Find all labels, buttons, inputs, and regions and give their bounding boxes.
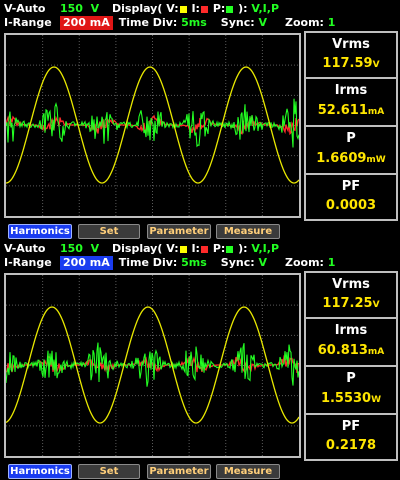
measurement-value: 1.6609mW bbox=[316, 151, 386, 166]
i-range-label: I-Range bbox=[4, 16, 52, 29]
measure-button[interactable]: Measure bbox=[216, 464, 280, 479]
time-div-value[interactable]: 5ms bbox=[181, 16, 207, 30]
display-value: V,I,P bbox=[251, 242, 280, 255]
voltage-range: 150 V bbox=[60, 2, 112, 16]
zoom-label: Zoom: bbox=[285, 256, 324, 269]
measurement-label: Irms bbox=[334, 83, 368, 98]
time-div-label: Time Div: bbox=[118, 16, 178, 29]
v-auto-label: V-Auto bbox=[4, 242, 46, 255]
waveform-display bbox=[4, 33, 301, 218]
header-line-2: I-Range 200 mA Time Div: 5ms Sync: V Zoom: 1 bbox=[4, 256, 335, 270]
display-i-label: I: bbox=[191, 242, 200, 255]
display-p-label: P: bbox=[212, 242, 226, 255]
waveform-plot bbox=[6, 35, 299, 216]
display-value: V,I,P bbox=[251, 2, 280, 15]
measurement-label: PF bbox=[341, 419, 361, 434]
set-button[interactable]: Set bbox=[78, 224, 140, 239]
display-i-label: I: bbox=[191, 2, 200, 15]
measure-button[interactable]: Measure bbox=[216, 224, 280, 239]
scope-panel-2: V-Auto 150 V Display( V: I: P: ): V,I,P I-… bbox=[0, 240, 400, 480]
zoom-label: Zoom: bbox=[285, 16, 324, 29]
header-line-1: V-Auto 150 V Display( V: I: P: ): V,I,P bbox=[4, 2, 279, 16]
display-label: Display( V: bbox=[112, 2, 179, 15]
header-line-2: I-Range 200 mA Time Div: 5ms Sync: V Zoom: 1 bbox=[4, 16, 335, 30]
measurement-panel: Vrms 117.59V Irms 52.611mA P 1.6609mW PF 0.0… bbox=[304, 31, 398, 221]
v-auto-label: V-Auto bbox=[4, 2, 46, 15]
display-close: ): bbox=[238, 242, 248, 255]
time-div-label: Time Div: bbox=[118, 256, 178, 269]
i-range-value[interactable]: 200 mA bbox=[60, 16, 113, 30]
current-color-square bbox=[200, 245, 208, 253]
waveform-plot bbox=[6, 275, 299, 456]
sync-value[interactable]: V bbox=[258, 256, 267, 270]
measurement-value: 1.5530W bbox=[320, 391, 382, 406]
harmonics-button[interactable]: Harmonics bbox=[8, 224, 72, 239]
measurement-value: 0.2178 bbox=[325, 438, 377, 453]
display-close: ): bbox=[238, 2, 248, 15]
softkey-bar: Harmonics Set Parameter Measure bbox=[0, 222, 400, 240]
sync-label: Sync: bbox=[220, 16, 255, 29]
set-button[interactable]: Set bbox=[78, 464, 140, 479]
i-range-value[interactable]: 200 mA bbox=[60, 256, 113, 270]
sync-value[interactable]: V bbox=[258, 16, 267, 30]
power-color-square bbox=[226, 245, 234, 253]
display-label: Display( V: bbox=[112, 242, 179, 255]
zoom-value[interactable]: 1 bbox=[328, 16, 336, 30]
measurement-label: P bbox=[346, 371, 356, 386]
measurement-value: 52.611mA bbox=[317, 103, 385, 118]
time-div-value[interactable]: 5ms bbox=[181, 256, 207, 270]
measurement-panel: Vrms 117.25V Irms 60.813mA P 1.5530W PF 0.21… bbox=[304, 271, 398, 461]
measurement-label: Irms bbox=[334, 323, 368, 338]
parameter-button[interactable]: Parameter bbox=[147, 224, 211, 239]
voltage-range-unit: V bbox=[90, 242, 100, 255]
measurement-value: 117.25V bbox=[322, 296, 380, 311]
i-range-label: I-Range bbox=[4, 256, 52, 269]
power-color-square bbox=[226, 5, 234, 13]
voltage-range-value: 150 bbox=[60, 242, 83, 255]
sync-label: Sync: bbox=[220, 256, 255, 269]
voltage-color-square bbox=[179, 245, 187, 253]
measurement-value: 60.813mA bbox=[317, 343, 385, 358]
measurement-label: P bbox=[346, 131, 356, 146]
measurement-irms: Irms 52.611mA bbox=[306, 79, 396, 127]
measurement-vrms: Vrms 117.25V bbox=[306, 273, 396, 319]
parameter-button[interactable]: Parameter bbox=[147, 464, 211, 479]
measurement-irms: Irms 60.813mA bbox=[306, 319, 396, 367]
measurement-label: Vrms bbox=[332, 37, 370, 52]
harmonics-button[interactable]: Harmonics bbox=[8, 464, 72, 479]
waveform-display bbox=[4, 273, 301, 458]
voltage-color-square bbox=[179, 5, 187, 13]
current-color-square bbox=[200, 5, 208, 13]
zoom-value[interactable]: 1 bbox=[328, 256, 336, 270]
softkey-bar: Harmonics Set Parameter Measure bbox=[0, 462, 400, 480]
header-line-1: V-Auto 150 V Display( V: I: P: ): V,I,P bbox=[4, 242, 279, 256]
measurement-value: 117.59V bbox=[322, 56, 380, 71]
scope-panel-1: V-Auto 150 V Display( V: I: P: ): V,I,P I-… bbox=[0, 0, 400, 240]
measurement-value: 0.0003 bbox=[325, 198, 377, 213]
measurement-p: P 1.5530W bbox=[306, 367, 396, 415]
measurement-p: P 1.6609mW bbox=[306, 127, 396, 175]
voltage-range-unit: V bbox=[90, 2, 100, 15]
measurement-label: PF bbox=[341, 179, 361, 194]
measurement-vrms: Vrms 117.59V bbox=[306, 33, 396, 79]
measurement-pf: PF 0.0003 bbox=[306, 175, 396, 221]
voltage-range-value: 150 bbox=[60, 2, 83, 15]
measurement-pf: PF 0.2178 bbox=[306, 415, 396, 461]
voltage-range: 150 V bbox=[60, 242, 112, 256]
measurement-label: Vrms bbox=[332, 277, 370, 292]
display-p-label: P: bbox=[212, 2, 226, 15]
